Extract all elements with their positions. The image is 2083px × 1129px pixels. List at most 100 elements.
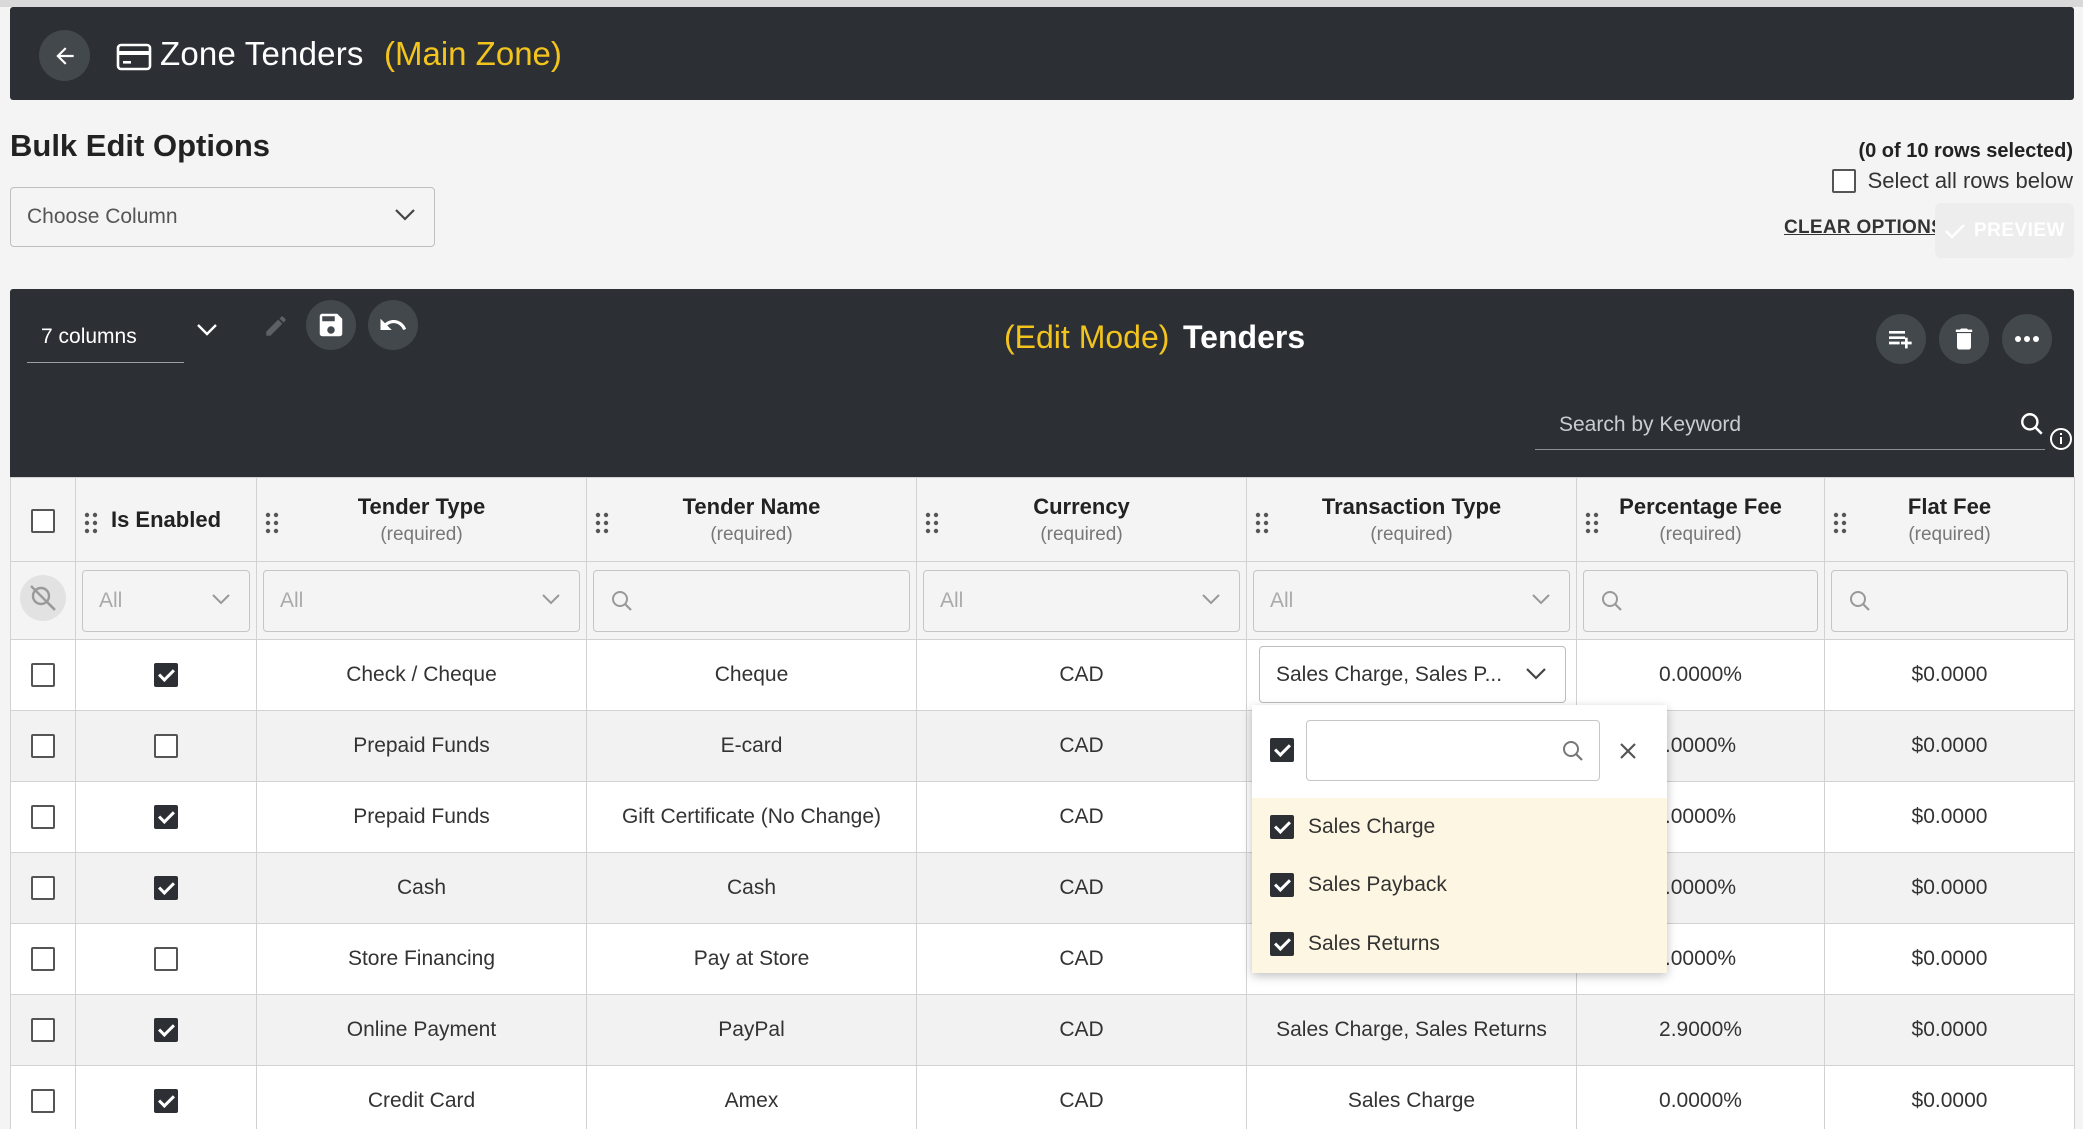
tender-name-cell[interactable]: Gift Certificate (No Change) [586,781,917,853]
tender-type-cell[interactable]: Check / Cheque [256,639,587,711]
is-enabled-checkbox[interactable] [154,805,178,830]
tender-type-cell[interactable]: Online Payment [256,994,587,1066]
row-select-checkbox[interactable] [31,663,55,688]
tender-name-cell[interactable]: Cash [586,852,917,924]
tender-name-cell[interactable]: Pay at Store [586,923,917,995]
percentage-fee-cell[interactable]: 0.0000% [1576,639,1825,711]
filter-percentage-fee[interactable] [1583,569,1818,632]
tender-type-cell[interactable]: Cash [256,852,587,924]
option-checkbox[interactable] [1270,873,1294,897]
drag-handle-icon[interactable] [1585,512,1599,534]
flat-fee-cell[interactable]: $0.0000 [1824,994,2075,1066]
more-button[interactable] [2002,314,2052,364]
select-all-header[interactable] [10,477,76,562]
column-header-tender-name[interactable]: Tender Name (required) [586,477,917,562]
row-select-checkbox[interactable] [31,1018,55,1043]
flat-fee-cell[interactable]: $0.0000 [1824,923,2075,995]
is-enabled-checkbox[interactable] [154,1018,178,1043]
dropdown-search-input[interactable] [1306,720,1600,781]
table-row[interactable]: Credit Card Amex CAD Sales Charge 0.0000% $0.… [10,1065,2075,1129]
flat-fee-cell[interactable]: $0.0000 [1824,710,2075,782]
chevron-down-icon[interactable] [196,323,218,337]
column-header-tender-type[interactable]: Tender Type (required) [256,477,587,562]
row-select-checkbox[interactable] [31,947,55,972]
option-sales-charge[interactable]: Sales Charge [1252,798,1667,856]
select-all-rows[interactable]: Select all rows below [1831,168,2073,194]
percentage-fee-cell[interactable]: 2.9000% [1576,994,1825,1066]
is-enabled-checkbox[interactable] [154,876,178,901]
is-enabled-checkbox[interactable] [154,947,178,972]
option-sales-returns[interactable]: Sales Returns [1252,915,1667,973]
add-row-button[interactable] [1876,314,1926,364]
save-button[interactable] [306,300,356,350]
row-select-checkbox[interactable] [31,805,55,830]
filter-transaction-type[interactable]: All [1253,569,1570,632]
select-all-options-checkbox[interactable] [1270,738,1294,762]
flat-fee-cell[interactable]: $0.0000 [1824,852,2075,924]
flat-fee-cell[interactable]: $0.0000 [1824,1065,2075,1129]
drag-handle-icon[interactable] [84,512,98,534]
is-enabled-checkbox[interactable] [154,1089,178,1114]
transaction-type-cell[interactable]: Sales Charge, Sales Returns [1246,994,1577,1066]
is-enabled-checkbox[interactable] [154,663,178,688]
choose-column-select[interactable]: Choose Column [10,187,435,247]
row-select-checkbox[interactable] [31,876,55,901]
filter-currency[interactable]: All [923,569,1240,632]
currency-cell[interactable]: CAD [916,639,1247,711]
currency-cell[interactable]: CAD [916,852,1247,924]
clear-options-link[interactable]: CLEAR OPTIONS [1784,217,1944,239]
is-enabled-checkbox[interactable] [154,734,178,759]
column-header-percentage-fee[interactable]: Percentage Fee (required) [1576,477,1825,562]
percentage-fee-cell[interactable]: 0.0000% [1576,1065,1825,1129]
row-select-checkbox[interactable] [31,1089,55,1114]
tender-name-cell[interactable]: Cheque [586,639,917,711]
currency-cell[interactable]: CAD [916,923,1247,995]
drag-handle-icon[interactable] [925,512,939,534]
pencil-icon[interactable] [263,313,289,339]
column-header-transaction-type[interactable]: Transaction Type (required) [1246,477,1577,562]
column-header-flat-fee[interactable]: Flat Fee (required) [1824,477,2075,562]
row-select-checkbox[interactable] [31,734,55,759]
currency-cell[interactable]: CAD [916,1065,1247,1129]
table-row[interactable]: Online Payment PayPal CAD Sales Charge, Sal… [10,994,2075,1066]
keyword-search[interactable]: Search by Keyword [1535,400,2045,450]
filter-tender-type[interactable]: All [263,569,580,632]
column-header-currency[interactable]: Currency (required) [916,477,1247,562]
currency-cell[interactable]: CAD [916,710,1247,782]
tender-type-cell[interactable]: Prepaid Funds [256,781,587,853]
drag-handle-icon[interactable] [1833,512,1847,534]
table-row[interactable]: Prepaid Funds E-card CAD .0000% $0.0000 [10,710,2075,782]
currency-cell[interactable]: CAD [916,781,1247,853]
tender-name-cell[interactable]: Amex [586,1065,917,1129]
currency-cell[interactable]: CAD [916,994,1247,1066]
info-icon[interactable] [2049,427,2073,451]
close-icon[interactable] [1618,741,1638,761]
flat-fee-cell[interactable]: $0.0000 [1824,639,2075,711]
drag-handle-icon[interactable] [265,512,279,534]
option-checkbox[interactable] [1270,932,1294,956]
select-all-checkbox[interactable] [1831,169,1856,193]
table-row[interactable]: Cash Cash CAD .0000% $0.0000 [10,852,2075,924]
undo-button[interactable] [368,300,418,350]
tender-type-cell[interactable]: Prepaid Funds [256,710,587,782]
columns-select[interactable]: 7 columns [27,313,184,363]
filter-tender-name[interactable] [593,569,910,632]
table-row[interactable]: Prepaid Funds Gift Certificate (No Change… [10,781,2075,853]
filter-flat-fee[interactable] [1831,569,2068,632]
table-row[interactable]: Check / Cheque Cheque CAD 0.0000% $0.0000 [10,639,2075,711]
search-icon[interactable] [2019,411,2045,437]
transaction-type-cell[interactable]: Sales Charge [1246,1065,1577,1129]
tender-name-cell[interactable]: E-card [586,710,917,782]
filter-off-icon[interactable] [19,574,67,622]
table-row[interactable]: Store Financing Pay at Store CAD .0000% $0.0… [10,923,2075,995]
drag-handle-icon[interactable] [1255,512,1269,534]
filter-is-enabled[interactable]: All [82,569,250,632]
flat-fee-cell[interactable]: $0.0000 [1824,781,2075,853]
header-checkbox[interactable] [31,508,55,533]
preview-button[interactable]: PREVIEW [1935,203,2074,258]
transaction-type-editor[interactable]: Sales Charge, Sales P... [1259,646,1566,703]
back-button[interactable] [39,30,90,81]
tender-name-cell[interactable]: PayPal [586,994,917,1066]
tender-type-cell[interactable]: Credit Card [256,1065,587,1129]
option-checkbox[interactable] [1270,815,1294,839]
